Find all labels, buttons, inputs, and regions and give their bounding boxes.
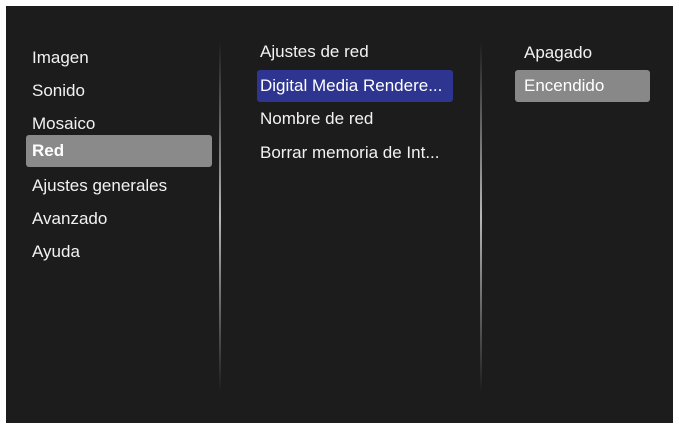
option-apagado[interactable]: Apagado	[515, 37, 650, 69]
submenu-item-digital-media-renderer[interactable]: Digital Media Rendere...	[257, 70, 453, 102]
options-column: Apagado Encendido	[488, 6, 673, 423]
main-menu-item-imagen[interactable]: Imagen	[26, 42, 212, 74]
main-menu-item-ayuda[interactable]: Ayuda	[26, 236, 212, 268]
submenu-item-borrar-memoria[interactable]: Borrar memoria de Int...	[257, 137, 453, 169]
main-menu-item-sonido[interactable]: Sonido	[26, 75, 212, 107]
osd-menu-panel: Imagen Sonido Mosaico Red Ajustes genera…	[6, 6, 673, 423]
network-submenu-column: Ajustes de red Digital Media Rendere... …	[226, 6, 480, 423]
main-menu-column: Imagen Sonido Mosaico Red Ajustes genera…	[6, 6, 218, 423]
submenu-item-nombre-de-red[interactable]: Nombre de red	[257, 103, 453, 135]
main-menu-item-ajustes-generales[interactable]: Ajustes generales	[26, 170, 212, 202]
column-divider	[480, 42, 482, 392]
column-divider	[219, 42, 221, 392]
main-menu-item-avanzado[interactable]: Avanzado	[26, 203, 212, 235]
option-encendido[interactable]: Encendido	[515, 70, 650, 102]
main-menu-item-red[interactable]: Red	[26, 135, 212, 167]
submenu-item-ajustes-de-red[interactable]: Ajustes de red	[257, 36, 453, 68]
